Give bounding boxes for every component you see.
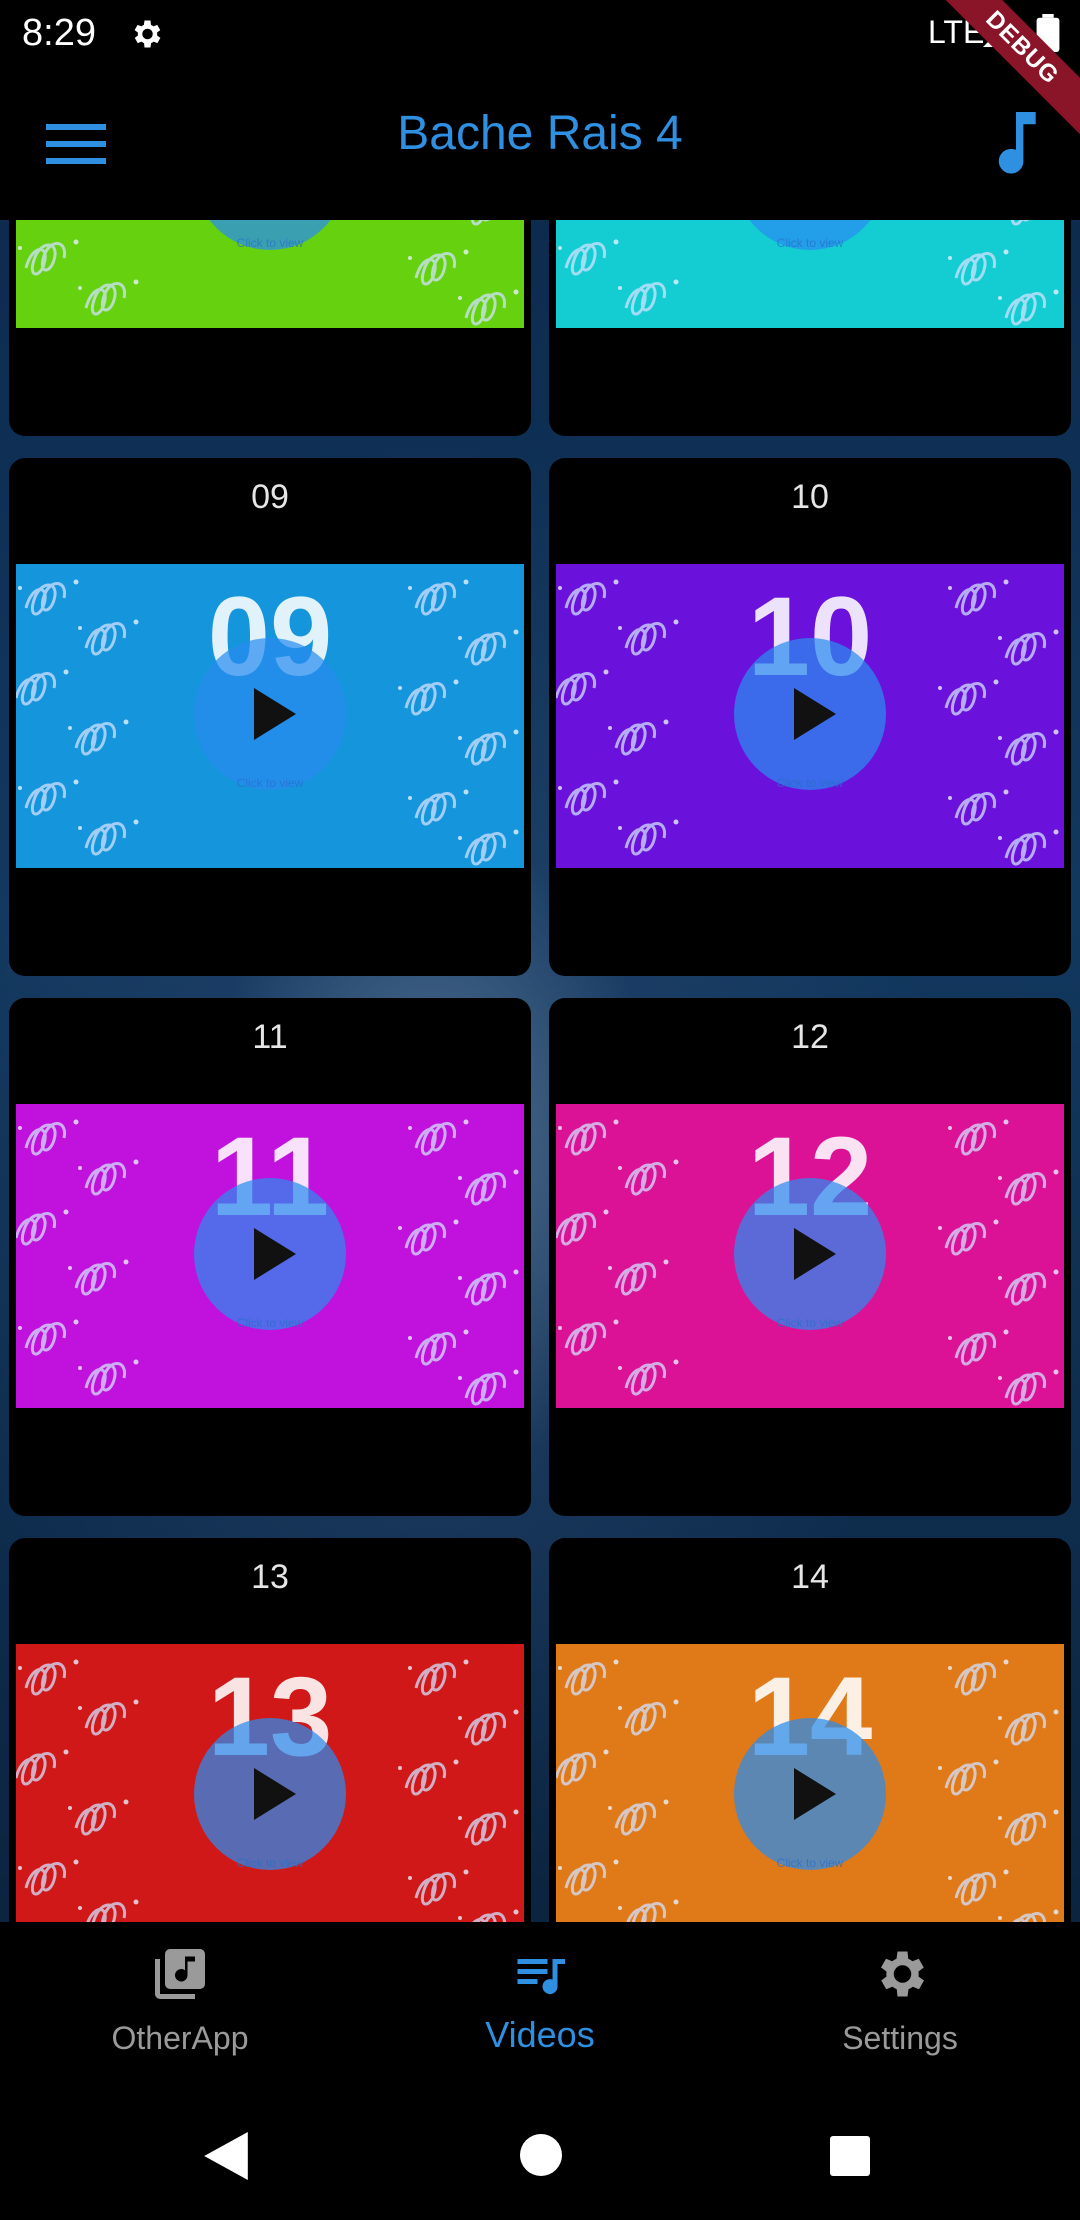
settings-status-icon (134, 20, 161, 48)
gear-icon (881, 1951, 924, 1997)
play-icon (794, 688, 836, 740)
video-card[interactable]: 07 07 Click to view (9, 220, 531, 436)
video-thumbnail[interactable]: 11 Click to view (16, 1104, 524, 1408)
play-button[interactable] (194, 1178, 346, 1330)
video-card[interactable]: 14 14 Click to view (549, 1538, 1071, 1922)
video-card[interactable]: 12 12 Click to view (549, 998, 1071, 1516)
video-thumbnail[interactable]: 09 Click to view (16, 564, 524, 868)
video-title: 10 (791, 478, 829, 516)
app-bar: Bache Rais 4 (0, 66, 1080, 220)
video-title: 14 (791, 1558, 829, 1596)
recents-icon[interactable] (830, 2136, 870, 2176)
thumbnail-caption: Click to view (776, 236, 844, 250)
play-button[interactable] (734, 638, 886, 790)
video-title: 12 (791, 1018, 829, 1056)
status-time: 8:29 (22, 12, 96, 54)
nav-item-otherapp[interactable]: OtherApp (0, 1922, 360, 2092)
video-thumbnail[interactable]: 14 Click to view (556, 1644, 1064, 1922)
music-library-icon (155, 1949, 205, 1999)
thumbnail-caption: Click to view (776, 776, 844, 790)
video-thumbnail[interactable]: 08 Click to view (556, 220, 1064, 328)
video-thumbnail[interactable]: 10 Click to view (556, 564, 1064, 868)
video-card[interactable]: 13 13 Click to view (9, 1538, 531, 1922)
nav-item-videos[interactable]: Videos (360, 1922, 720, 2092)
play-icon (794, 1768, 836, 1820)
video-title: 13 (251, 1558, 289, 1596)
play-button[interactable] (734, 1718, 886, 1870)
thumbnail-caption: Click to view (776, 1316, 844, 1330)
nav-label-settings: Settings (842, 2020, 958, 2056)
page-title: Bache Rais 4 (397, 107, 683, 160)
video-thumbnail[interactable]: 12 Click to view (556, 1104, 1064, 1408)
nav-label-otherapp: OtherApp (111, 2020, 249, 2056)
thumbnail-caption: Click to view (236, 1316, 304, 1330)
music-note-icon[interactable] (990, 112, 1042, 176)
back-icon[interactable] (204, 2132, 248, 2180)
video-grid-area[interactable]: 07 07 Click to view 08 08 Click to view … (0, 220, 1080, 1922)
playlist-music-icon (517, 1959, 565, 1995)
video-thumbnail[interactable]: 07 Click to view (16, 220, 524, 328)
video-card[interactable]: 10 10 Click to view (549, 458, 1071, 976)
video-card[interactable]: 11 11 Click to view (9, 998, 531, 1516)
video-card[interactable]: 09 09 Click to view (9, 458, 531, 976)
play-icon (254, 1228, 296, 1280)
system-navigation-bar (0, 2092, 1080, 2220)
video-title: 09 (251, 478, 289, 516)
thumbnail-caption: Click to view (236, 1856, 304, 1870)
thumbnail-caption: Click to view (776, 1856, 844, 1870)
home-icon[interactable] (520, 2134, 562, 2176)
nav-item-settings[interactable]: Settings (720, 1922, 1080, 2092)
nav-label-videos: Videos (485, 2014, 595, 2055)
thumbnail-caption: Click to view (236, 776, 304, 790)
video-thumbnail[interactable]: 13 Click to view (16, 1644, 524, 1922)
play-icon (794, 1228, 836, 1280)
video-title: 11 (252, 1018, 288, 1056)
play-icon (254, 1768, 296, 1820)
play-button[interactable] (194, 638, 346, 790)
play-button[interactable] (734, 1178, 886, 1330)
play-button[interactable] (194, 1718, 346, 1870)
bottom-navigation: OtherApp Videos Settings (0, 1922, 1080, 2092)
thumbnail-caption: Click to view (236, 236, 304, 250)
video-card[interactable]: 08 08 Click to view (549, 220, 1071, 436)
play-icon (254, 688, 296, 740)
status-bar: 8:29 LTE (0, 0, 1080, 66)
